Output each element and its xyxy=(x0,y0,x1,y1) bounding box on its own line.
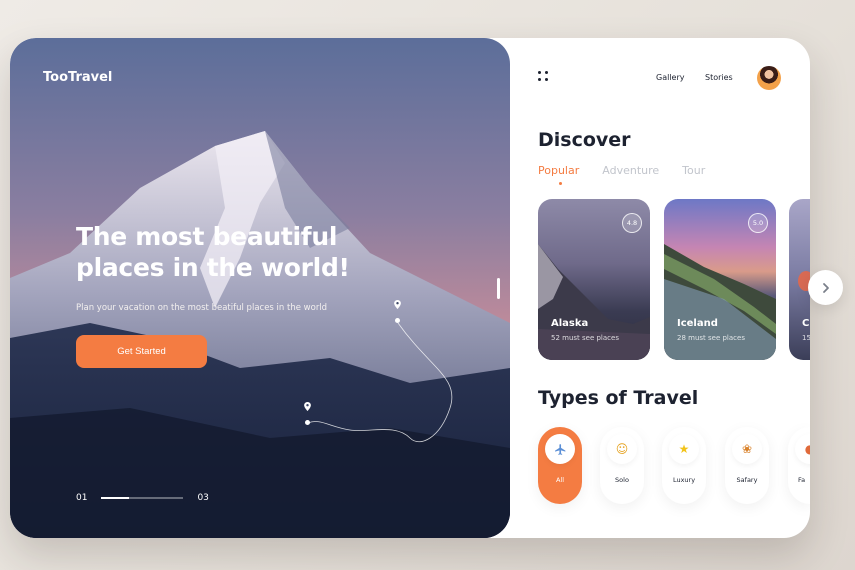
headline-line-2: places in the world! xyxy=(76,253,350,282)
card-name: Alaska xyxy=(551,318,589,329)
next-button[interactable] xyxy=(808,270,843,305)
destination-card-iceland[interactable]: 5.0 Iceland 28 must see places xyxy=(664,199,776,360)
card-name: C xyxy=(802,318,810,329)
card-subtitle: 15 xyxy=(802,334,810,342)
travel-type-label: All xyxy=(555,476,565,484)
face-icon: ☺ xyxy=(607,434,637,464)
card-subtitle: 28 must see places xyxy=(677,334,745,342)
travel-type-label: Solo xyxy=(615,476,629,484)
grid-dots-icon[interactable] xyxy=(538,71,552,85)
headline-line-1: The most beautiful xyxy=(76,222,338,251)
travel-type-safary[interactable]: ❀ Safary xyxy=(725,427,769,504)
discover-title: Discover xyxy=(538,129,631,151)
destination-card-alaska[interactable]: 4.8 Alaska 52 must see places xyxy=(538,199,650,360)
map-pin-icon xyxy=(304,402,311,411)
slide-pager: 01 03 xyxy=(76,493,209,503)
nav-gallery[interactable]: Gallery xyxy=(656,73,685,82)
card-name: Iceland xyxy=(677,318,718,329)
hero-section: TooTravel The most beautiful places in t… xyxy=(10,38,510,538)
brand-logo[interactable]: TooTravel xyxy=(43,70,112,85)
travel-type-label: Fa xyxy=(798,476,806,484)
discover-tabs: Popular Adventure Tour xyxy=(538,164,705,185)
types-title: Types of Travel xyxy=(538,387,699,409)
pager-track[interactable] xyxy=(101,497,184,499)
map-pin-icon xyxy=(394,300,401,309)
app-window: TooTravel The most beautiful places in t… xyxy=(10,38,810,538)
travel-type-label: Luxury xyxy=(672,476,696,484)
get-started-button[interactable]: Get Started xyxy=(76,335,207,368)
travel-type-label: Safary xyxy=(736,476,758,484)
nav-stories[interactable]: Stories xyxy=(705,73,733,82)
lion-icon: ❀ xyxy=(732,434,762,464)
chevron-right-icon xyxy=(822,282,829,293)
travel-type-family[interactable]: ● Fa xyxy=(788,427,810,504)
tab-tour[interactable]: Tour xyxy=(682,164,705,177)
rating-badge: 4.8 xyxy=(622,213,642,233)
pager-current: 01 xyxy=(76,493,88,503)
pager-total: 03 xyxy=(197,493,209,503)
tab-popular[interactable]: Popular xyxy=(538,164,579,185)
airplane-icon xyxy=(545,434,575,464)
rating-badge: 5.0 xyxy=(748,213,768,233)
user-avatar[interactable] xyxy=(757,66,781,90)
destination-card-partial[interactable]: C 15 xyxy=(789,199,810,360)
travel-type-luxury[interactable]: ★ Luxury xyxy=(662,427,706,504)
mountain-hero-image xyxy=(10,38,510,538)
card-subtitle: 52 must see places xyxy=(551,334,619,342)
pager-progress xyxy=(101,497,129,499)
slider-handle[interactable] xyxy=(497,278,500,299)
hero-headline: The most beautiful places in the world! xyxy=(76,221,376,283)
route-dot xyxy=(305,420,310,425)
discover-panel: Gallery Stories Discover Popular Adventu… xyxy=(510,38,810,538)
travel-type-solo[interactable]: ☺ Solo xyxy=(600,427,644,504)
family-icon: ● xyxy=(795,434,810,464)
hero-subtitle: Plan your vacation on the most beatiful … xyxy=(76,303,328,313)
travel-type-all[interactable]: All xyxy=(538,427,582,504)
route-dot xyxy=(395,318,400,323)
star-icon: ★ xyxy=(669,434,699,464)
tab-adventure[interactable]: Adventure xyxy=(602,164,659,177)
